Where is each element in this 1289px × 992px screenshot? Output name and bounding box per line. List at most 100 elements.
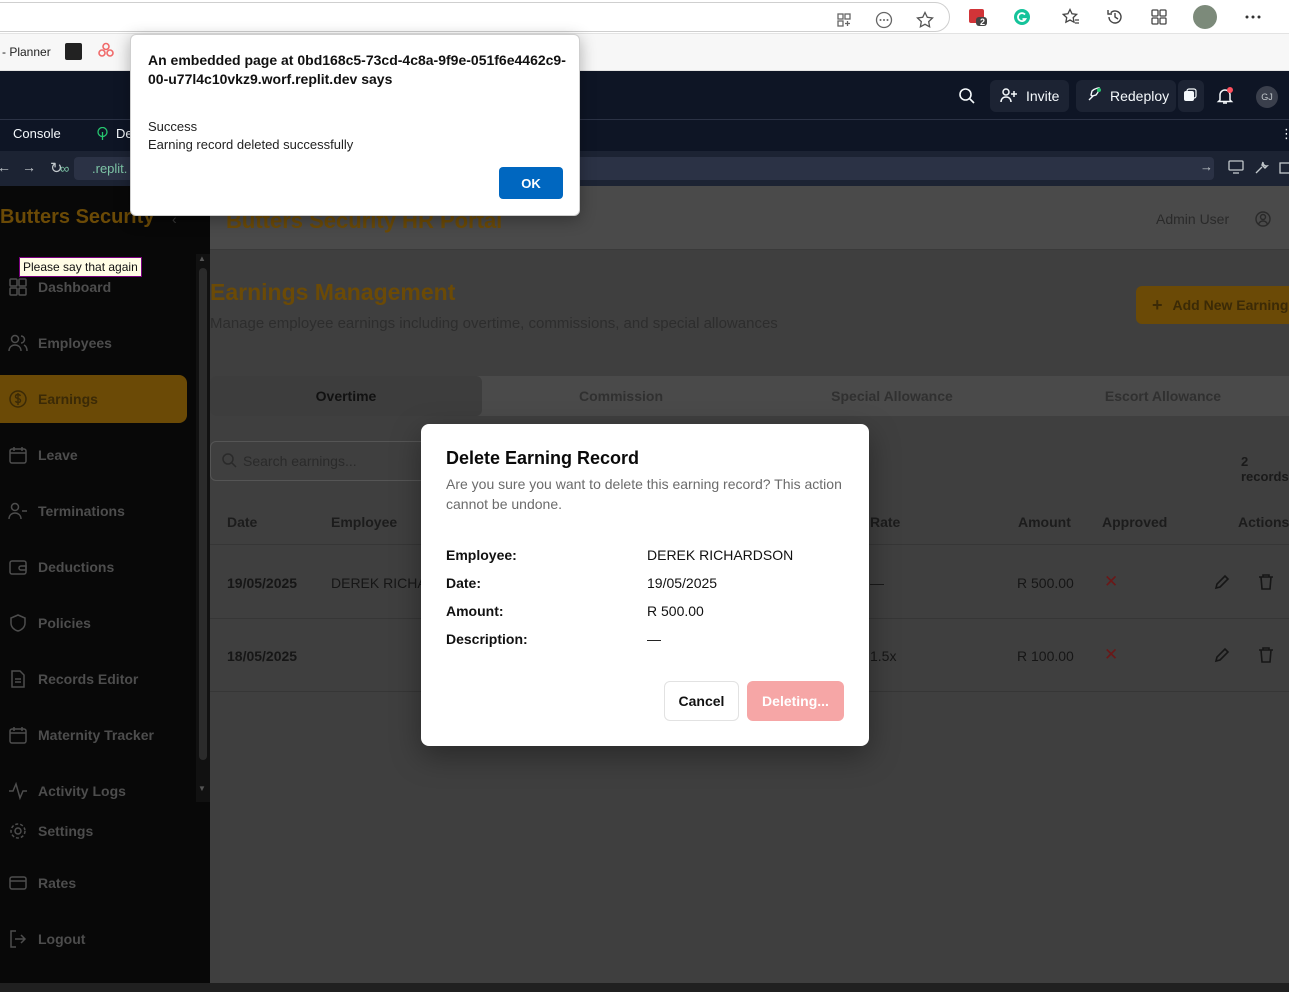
sidebar-item-label: Terminations: [38, 503, 125, 519]
delete-trash-icon[interactable]: [1257, 573, 1275, 591]
delete-confirm-button[interactable]: Deleting...: [747, 681, 844, 721]
sidebar-item-label: Activity Logs: [38, 783, 126, 799]
external-link-icon[interactable]: [1279, 160, 1289, 177]
sidebar-item-settings[interactable]: Settings: [0, 807, 187, 855]
extension-calendar-icon[interactable]: 2: [968, 7, 988, 27]
invite-button[interactable]: Invite: [990, 80, 1070, 112]
favorite-star-icon[interactable]: [915, 10, 935, 30]
more-options-icon[interactable]: [874, 10, 894, 30]
sidebar-item-earnings[interactable]: Earnings: [0, 375, 187, 423]
deploy-status-button[interactable]: [1178, 80, 1204, 112]
browser-alert-dialog: An embedded page at 0bd168c5-73cd-4c8a-9…: [130, 34, 580, 216]
sidebar-item-rates[interactable]: Rates: [0, 859, 187, 907]
alert-message: Success Earning record deleted successfu…: [148, 118, 353, 154]
invite-label: Invite: [1026, 88, 1060, 104]
search-icon[interactable]: [958, 87, 976, 110]
scroll-down-icon[interactable]: ▼: [198, 784, 206, 793]
profile-avatar-icon[interactable]: [1193, 5, 1217, 29]
field-value-date: 19/05/2025: [647, 575, 718, 591]
bookmark-site-icon[interactable]: [65, 43, 82, 60]
address-bar[interactable]: [0, 2, 950, 32]
sidebar-item-logout[interactable]: Logout: [0, 915, 187, 963]
grammarly-icon[interactable]: [1012, 7, 1032, 27]
wallet-icon: [3, 558, 33, 576]
sidebar-item-deductions[interactable]: Deductions: [0, 543, 187, 591]
page-subtitle: Manage employee earnings including overt…: [210, 315, 778, 332]
column-header-amount: Amount: [1018, 514, 1071, 530]
add-new-earning-button[interactable]: + Add New Earning: [1136, 286, 1289, 324]
gear-icon: [3, 822, 33, 840]
scrollbar-thumb[interactable]: [199, 268, 207, 760]
card-icon: [3, 875, 33, 891]
forward-icon[interactable]: →: [22, 159, 36, 175]
tab-special-allowance[interactable]: Special Allowance: [756, 376, 1028, 416]
settings-more-icon[interactable]: [1243, 7, 1263, 27]
tab-overtime[interactable]: Overtime: [210, 376, 482, 416]
user-circle-icon[interactable]: [1255, 211, 1271, 232]
tab-commission[interactable]: Commission: [485, 376, 757, 416]
alert-ok-button[interactable]: OK: [499, 167, 563, 199]
open-arrow-icon[interactable]: →: [1200, 159, 1213, 174]
collections-icon[interactable]: [1149, 7, 1169, 27]
sidebar-item-employees[interactable]: Employees: [0, 319, 187, 367]
devices-icon[interactable]: [1228, 160, 1244, 177]
user-avatar[interactable]: GJ: [1256, 86, 1278, 108]
bookmark-planner[interactable]: - Planner: [2, 45, 51, 59]
devtools-wrench-icon[interactable]: [1254, 160, 1270, 178]
notification-bell-icon[interactable]: [1216, 87, 1234, 110]
file-icon: [3, 670, 33, 688]
cell-rate: 1.5x: [870, 648, 897, 664]
bookmark-asana-icon[interactable]: [98, 42, 114, 61]
app-available-icon[interactable]: [834, 10, 854, 30]
field-label-description: Description:: [446, 631, 528, 647]
history-icon[interactable]: [1105, 7, 1125, 27]
alert-message-line-2: Earning record deleted successfully: [148, 137, 354, 152]
sidebar-item-label: Deductions: [38, 559, 115, 575]
cell-amount: R 500.00: [1017, 575, 1074, 591]
field-label-amount: Amount:: [446, 603, 504, 619]
tabs-more-icon[interactable]: ⋮: [1280, 126, 1289, 142]
sidebar-item-records-editor[interactable]: Records Editor: [0, 655, 187, 703]
column-header-rate: Rate: [870, 514, 901, 530]
sidebar-item-label: Earnings: [38, 391, 98, 407]
activity-icon: [3, 782, 33, 800]
back-icon[interactable]: ←: [0, 159, 11, 175]
dollar-icon: [3, 390, 33, 408]
field-label-date: Date:: [446, 575, 482, 591]
redeploy-button[interactable]: Redeploy: [1076, 80, 1176, 112]
column-header-date: Date: [227, 514, 258, 530]
sidebar-item-leave[interactable]: Leave: [0, 431, 187, 479]
alert-title: An embedded page at 0bd168c5-73cd-4c8a-9…: [148, 52, 566, 87]
search-input[interactable]: Search earnings...: [210, 441, 450, 481]
cell-amount: R 100.00: [1017, 648, 1074, 664]
page-title: Earnings Management: [210, 279, 456, 305]
add-new-earning-label: Add New Earning: [1172, 297, 1289, 313]
deploy-icon: [1086, 86, 1102, 106]
delete-trash-icon[interactable]: [1257, 646, 1275, 664]
admin-user-label: Admin User: [1156, 211, 1230, 227]
plus-icon: +: [1152, 294, 1163, 315]
cancel-button[interactable]: Cancel: [664, 681, 739, 721]
tooltip: Please say that again: [19, 257, 142, 277]
user-plus-icon: [1000, 87, 1018, 106]
sidebar-item-label: Logout: [38, 931, 86, 947]
tab-escort-allowance[interactable]: Escort Allowance: [1027, 376, 1289, 416]
not-approved-x-icon: ✕: [1104, 645, 1119, 664]
tab-console[interactable]: Console: [13, 126, 61, 141]
sidebar-item-maternity-tracker[interactable]: Maternity Tracker: [0, 711, 187, 759]
scroll-up-icon[interactable]: ▲: [198, 254, 206, 263]
sidebar-item-label: Policies: [38, 615, 91, 631]
sidebar-scrollbar[interactable]: ▲ ▼: [196, 254, 210, 802]
calendar-icon: [3, 446, 33, 464]
sidebar-item-policies[interactable]: Policies: [0, 599, 187, 647]
alert-message-line-1: Success: [148, 119, 198, 134]
sidebar-item-terminations[interactable]: Terminations: [0, 487, 187, 535]
edit-pencil-icon[interactable]: [1213, 646, 1231, 664]
edit-pencil-icon[interactable]: [1213, 573, 1231, 591]
not-approved-x-icon: ✕: [1104, 572, 1119, 591]
sidebar-item-label: Leave: [38, 447, 78, 463]
favorites-icon[interactable]: [1061, 7, 1081, 27]
dialog-title: Delete Earning Record: [446, 448, 640, 468]
logout-icon: [3, 930, 33, 948]
users-icon: [3, 334, 33, 352]
